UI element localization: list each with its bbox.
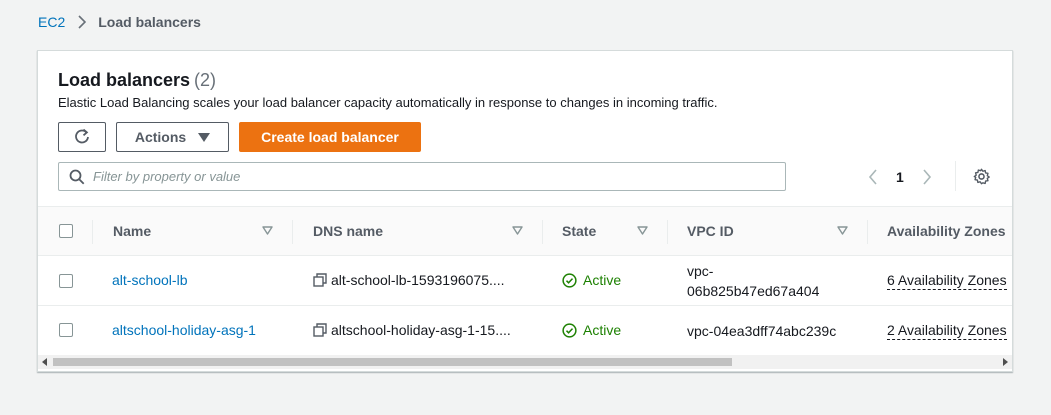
sort-down-icon[interactable]	[512, 226, 523, 235]
vpc-id-value-cont: 06b825b47ed67a404	[687, 283, 820, 299]
refresh-button[interactable]	[58, 122, 106, 152]
column-divider	[92, 220, 93, 244]
page-title-text: Load balancers	[58, 70, 191, 90]
refresh-icon	[73, 128, 91, 146]
availability-zones-value[interactable]: 6 Availability Zones	[887, 272, 1007, 290]
load-balancer-count: (2)	[194, 70, 217, 90]
availability-zones-value[interactable]: 2 Availability Zones	[887, 322, 1007, 340]
state-value: Active	[583, 322, 622, 338]
horizontal-scrollbar[interactable]	[38, 355, 1012, 369]
copy-icon[interactable]	[313, 273, 327, 287]
actions-label: Actions	[134, 129, 187, 145]
column-divider	[542, 220, 543, 244]
sort-down-icon[interactable]	[637, 226, 648, 235]
caret-down-icon	[198, 132, 211, 142]
page-title: Load balancers (2)	[58, 70, 216, 91]
column-divider	[867, 220, 868, 244]
vpc-id-value: vpc-04ea3dff74abc239c	[687, 323, 837, 339]
row-checkbox[interactable]	[59, 274, 73, 288]
row-checkbox[interactable]	[59, 323, 73, 337]
scrollbar-thumb[interactable]	[53, 358, 732, 366]
table-header: Name DNS name State VPC ID Availability …	[38, 206, 1012, 256]
filter-box	[58, 162, 786, 191]
gear-icon[interactable]	[973, 168, 990, 185]
column-header-availability-zones[interactable]: Availability Zones	[887, 207, 1006, 255]
vpc-id-value: vpc-	[687, 263, 714, 279]
table-row[interactable]: altschool-holiday-asg-1 altschool-holida…	[38, 306, 1012, 356]
sort-down-icon[interactable]	[262, 226, 273, 235]
breadcrumb-ec2-link[interactable]: EC2	[38, 14, 65, 30]
state-value: Active	[583, 272, 622, 288]
breadcrumb-current: Load balancers	[98, 14, 201, 30]
dns-name-value: altschool-holiday-asg-1-15....	[331, 322, 511, 338]
previous-page-icon[interactable]	[868, 169, 878, 185]
column-header-name[interactable]: Name	[113, 207, 151, 255]
actions-button[interactable]: Actions	[116, 122, 229, 152]
pagination: 1	[868, 166, 932, 188]
breadcrumb: EC2 Load balancers	[38, 13, 201, 31]
load-balancers-table: Name DNS name State VPC ID Availability …	[38, 206, 1012, 356]
column-header-state[interactable]: State	[562, 207, 596, 255]
load-balancers-panel: Load balancers (2) Elastic Load Balancing…	[37, 50, 1013, 372]
chevron-right-icon	[77, 15, 87, 29]
create-load-balancer-label: Create load balancer	[261, 129, 399, 145]
load-balancer-name-link[interactable]: altschool-holiday-asg-1	[112, 322, 256, 338]
check-circle-icon	[562, 272, 577, 288]
page-description: Elastic Load Balancing scales your load …	[58, 95, 718, 110]
next-page-icon[interactable]	[922, 169, 932, 185]
column-header-dns-name[interactable]: DNS name	[313, 207, 383, 255]
select-all-checkbox[interactable]	[59, 224, 73, 238]
table-row[interactable]: alt-school-lb alt-school-lb-1593196075..…	[38, 256, 1012, 306]
dns-name-value: alt-school-lb-1593196075....	[331, 272, 505, 288]
column-header-vpc-id[interactable]: VPC ID	[687, 207, 734, 255]
page-number[interactable]: 1	[896, 169, 904, 185]
check-circle-icon	[562, 322, 577, 338]
pagination-divider	[955, 161, 956, 191]
create-load-balancer-button[interactable]: Create load balancer	[239, 122, 421, 152]
sort-down-icon[interactable]	[837, 226, 848, 235]
column-divider	[667, 220, 668, 244]
copy-icon[interactable]	[313, 323, 327, 337]
filter-input[interactable]	[93, 165, 773, 188]
scroll-left-icon[interactable]	[41, 358, 49, 366]
load-balancer-name-link[interactable]: alt-school-lb	[112, 272, 187, 288]
scroll-right-icon[interactable]	[1001, 358, 1009, 366]
column-divider	[292, 220, 293, 244]
search-icon	[69, 169, 85, 185]
